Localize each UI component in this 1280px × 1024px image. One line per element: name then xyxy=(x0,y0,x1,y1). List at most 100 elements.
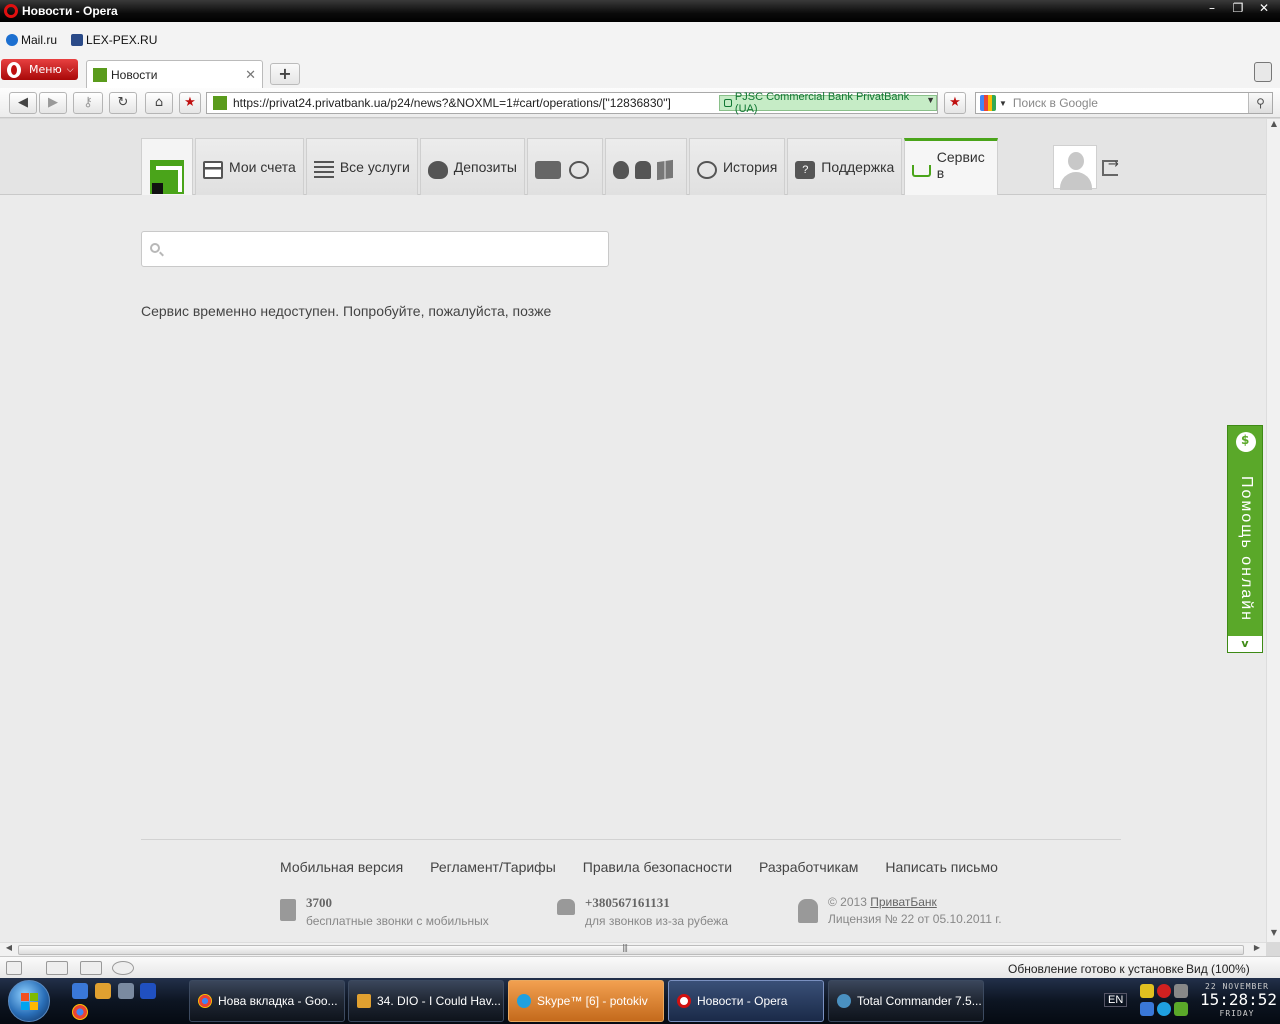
footer-link-mobile[interactable]: Мобильная версия xyxy=(280,859,403,875)
intl-phone-number: +380567161131 xyxy=(585,895,670,910)
logout-icon[interactable] xyxy=(1102,157,1119,176)
bookmark-mailru[interactable]: Mail.ru xyxy=(6,33,57,47)
sync-icon[interactable] xyxy=(46,961,68,975)
address-bar[interactable]: https://privat24.privatbank.ua/p24/news?… xyxy=(206,91,938,115)
bookmark-label: Mail.ru xyxy=(21,33,58,47)
windows-icon xyxy=(656,159,673,181)
taskbar-opera[interactable]: Новости - Opera xyxy=(668,980,824,1022)
card-icon xyxy=(203,161,223,179)
nav-mobile-platforms[interactable] xyxy=(604,138,687,195)
scroll-up-icon[interactable]: ▲ xyxy=(1267,119,1280,133)
search-input[interactable]: Поиск в Google xyxy=(1013,96,1098,110)
search-bar[interactable]: ▼ Поиск в Google ⚲ xyxy=(975,92,1273,114)
forward-button[interactable]: ▶ xyxy=(39,92,67,114)
privatbank-link[interactable]: ПриватБанк xyxy=(870,895,937,909)
speed-dial-icon[interactable]: ★ xyxy=(944,92,966,114)
chat-bubble-icon xyxy=(1236,432,1256,452)
taskbar-chrome[interactable]: Нова вкладка - Goo... xyxy=(189,980,345,1022)
quicklaunch-app-icon[interactable] xyxy=(95,983,111,999)
opera-menu-button[interactable]: Меню ⌵ xyxy=(1,59,78,80)
new-tab-button[interactable]: + xyxy=(270,63,300,85)
scroll-down-icon[interactable]: ▼ xyxy=(1267,928,1280,942)
key-icon[interactable]: ⚷ xyxy=(73,92,103,114)
search-engine-dropdown-icon[interactable]: ▼ xyxy=(999,99,1007,108)
mailru-icon xyxy=(6,34,18,46)
bookmark-add-icon[interactable]: ★ xyxy=(179,92,201,114)
tray-app-icon[interactable] xyxy=(1140,984,1154,998)
site-search-input[interactable] xyxy=(141,231,609,267)
tab-news[interactable]: Новости ✕ xyxy=(86,60,263,88)
total-commander-icon xyxy=(837,994,851,1008)
tray-opera-icon[interactable] xyxy=(1157,984,1171,998)
nav-history[interactable]: История xyxy=(688,138,786,195)
nav-all-services[interactable]: Все услуги xyxy=(305,138,418,195)
certificate-label: PJSC Commercial Bank PrivatBank (UA) xyxy=(734,91,910,115)
nav-label: Мои счета xyxy=(229,159,296,175)
restore-button[interactable]: ❐ xyxy=(1226,0,1250,18)
chrome-icon[interactable] xyxy=(72,1004,88,1020)
short-phone-number: 3700 xyxy=(306,895,332,910)
privatbank-logo[interactable] xyxy=(141,138,193,195)
quicklaunch-app-icon[interactable] xyxy=(118,983,134,999)
clock-time: 15:28:52 xyxy=(1200,990,1278,1009)
tray-app-icon[interactable] xyxy=(1140,1002,1154,1016)
opera-logo-icon xyxy=(4,4,18,18)
footer-links: Мобильная версия Регламент/Тарифы Правил… xyxy=(280,859,1025,875)
horizontal-scrollbar[interactable]: ◀ ||| ▶ xyxy=(0,942,1266,956)
scroll-right-icon[interactable]: ▶ xyxy=(1250,943,1264,952)
scrollbar-thumb[interactable] xyxy=(18,945,1244,955)
panel-toggle-icon[interactable] xyxy=(6,961,22,975)
footer-link-tariffs[interactable]: Регламент/Тарифы xyxy=(430,859,556,875)
nav-travel-sport[interactable] xyxy=(526,138,603,195)
chrome-icon xyxy=(198,994,212,1008)
tab-title: Новости xyxy=(111,67,158,82)
turbo-icon[interactable] xyxy=(112,961,134,975)
google-icon[interactable] xyxy=(980,95,996,111)
chevron-down-icon: ⌵ xyxy=(66,64,74,75)
avatar-head-icon xyxy=(1068,152,1084,170)
close-tab-icon[interactable]: ✕ xyxy=(245,67,256,83)
zoom-level[interactable]: Вид (100%) xyxy=(1186,962,1250,976)
back-button[interactable]: ◀ xyxy=(9,92,37,114)
quicklaunch-app-icon[interactable] xyxy=(72,983,88,999)
tray-network-icon[interactable] xyxy=(1174,1002,1188,1016)
taskbar-total-commander[interactable]: Total Commander 7.5... xyxy=(828,980,984,1022)
footer-link-security[interactable]: Правила безопасности xyxy=(583,859,732,875)
help-online-tab[interactable]: Помощь онлайн v xyxy=(1227,425,1263,653)
footer-link-write[interactable]: Написать письмо xyxy=(885,859,997,875)
footer-link-developers[interactable]: Разработчикам xyxy=(759,859,858,875)
update-status[interactable]: Обновление готово к установке xyxy=(1008,962,1184,976)
main-navigation: Мои счета Все услуги Депозиты История ? … xyxy=(141,138,1000,195)
nav-deposits[interactable]: Депозиты xyxy=(419,138,525,195)
site-header: Мои счета Все услуги Депозиты История ? … xyxy=(0,119,1266,195)
home-button[interactable]: ⌂ xyxy=(145,92,173,114)
cart-icon xyxy=(912,165,931,177)
quicklaunch-app-icon[interactable] xyxy=(140,983,156,999)
start-button[interactable] xyxy=(8,980,50,1022)
vertical-scrollbar[interactable]: ▲ ▼ xyxy=(1266,119,1280,942)
certificate-badge[interactable]: PJSC Commercial Bank PrivatBank (UA) xyxy=(719,91,937,115)
nav-my-accounts[interactable]: Мои счета xyxy=(195,138,304,195)
bookmark-lexpex[interactable]: LEX-PEX.RU xyxy=(71,33,157,47)
nav-service-cart[interactable]: Сервис в xyxy=(904,138,999,195)
unite-icon[interactable] xyxy=(80,961,102,975)
address-dropdown-icon[interactable]: ▼ xyxy=(926,95,935,105)
close-window-button[interactable]: ✕ xyxy=(1252,0,1276,18)
avatar[interactable] xyxy=(1053,145,1097,190)
privatbank-favicon-icon xyxy=(213,96,227,110)
trash-icon[interactable] xyxy=(1254,62,1272,82)
scroll-left-icon[interactable]: ◀ xyxy=(2,943,16,952)
system-clock[interactable]: 22 NOVEMBER 15:28:52 FRIDAY xyxy=(1200,982,1278,1018)
reload-button[interactable]: ↻ xyxy=(109,92,137,114)
volume-icon[interactable] xyxy=(1174,984,1188,998)
taskbar-skype[interactable]: Skype™ [6] - potokiv xyxy=(508,980,664,1022)
tray-skype-icon[interactable] xyxy=(1157,1002,1171,1016)
nav-support[interactable]: ? Поддержка xyxy=(787,138,903,195)
support-icon: ? xyxy=(795,161,816,179)
help-expand-icon[interactable]: v xyxy=(1228,636,1262,652)
taskbar-player[interactable]: 34. DIO - I Could Hav... xyxy=(348,980,504,1022)
minimize-button[interactable]: – xyxy=(1200,0,1224,18)
opera-o-icon xyxy=(7,61,21,78)
search-button[interactable]: ⚲ xyxy=(1248,93,1272,113)
language-indicator[interactable]: EN xyxy=(1104,993,1128,1007)
